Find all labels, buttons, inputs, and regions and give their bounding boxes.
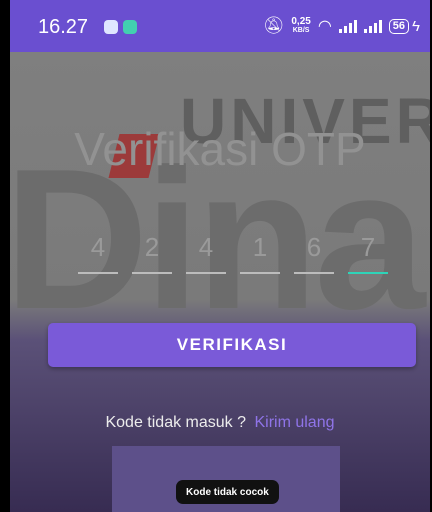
page-title: Verifikasi OTP	[74, 123, 366, 175]
network-speed-unit: KB/S	[292, 27, 310, 34]
charging-icon: ϟ	[412, 17, 420, 35]
battery-icon: 56	[388, 18, 410, 34]
gallery-notification-icon	[104, 20, 118, 34]
status-time: 16.27	[38, 16, 89, 38]
wifi-icon: ◠	[317, 18, 332, 35]
signal-icon-2	[363, 19, 382, 33]
resend-link[interactable]: Kirim ulang	[254, 414, 334, 431]
otp-digit-6[interactable]: 7	[348, 232, 388, 274]
app-notification-icon	[123, 20, 137, 34]
mute-bell-icon: 🔕︎	[262, 16, 285, 35]
verify-button[interactable]: VERIFIKASI	[48, 323, 416, 367]
resend-prompt: Kode tidak masuk ?	[105, 414, 247, 431]
otp-digit-1[interactable]: 4	[78, 232, 118, 274]
status-indicators: 🔕︎ 0,25 KB/S ◠ 56 ϟ	[263, 16, 420, 36]
signal-icon	[338, 19, 357, 33]
otp-digit-2[interactable]: 2	[132, 232, 172, 274]
status-bar: 16.27 🔕︎ 0,25 KB/S ◠ 56 ϟ	[10, 0, 430, 52]
resend-row: Kode tidak masuk ? Kirim ulang	[10, 414, 430, 432]
phone-screen: 16.27 🔕︎ 0,25 KB/S ◠ 56 ϟ UNIVERS Dinar …	[10, 0, 430, 512]
otp-digit-5[interactable]: 6	[294, 232, 334, 274]
otp-digit-3[interactable]: 4	[186, 232, 226, 274]
network-speed-value: 0,25	[291, 16, 311, 27]
otp-digit-4[interactable]: 1	[240, 232, 280, 274]
network-speed: 0,25 KB/S	[291, 17, 310, 35]
toast-message: Kode tidak cocok	[176, 480, 279, 504]
